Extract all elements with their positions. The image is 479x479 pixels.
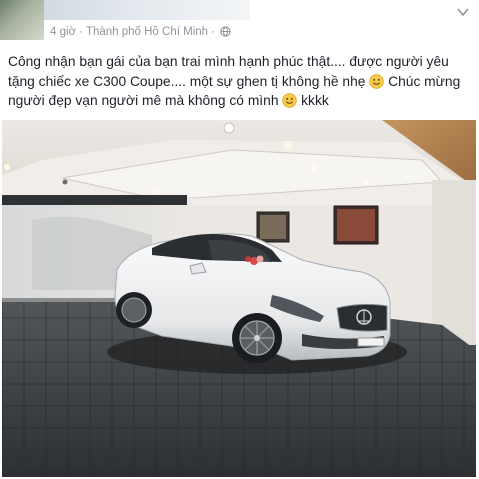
post-meta: 4 giờ · Thành phố Hồ Chí Minh · [50,24,231,40]
post-text-part3: kkkk [297,93,329,108]
meta-separator-2: · [211,26,215,38]
post-photo[interactable] [2,120,476,477]
post-header: 4 giờ · Thành phố Hồ Chí Minh · [0,0,479,42]
facebook-post: 4 giờ · Thành phố Hồ Chí Minh · Công nhận b… [0,0,479,479]
smiley-icon-2 [282,93,298,108]
post-location[interactable]: Thành phố Hồ Chí Minh [86,26,208,38]
chevron-down-icon[interactable] [457,4,469,17]
post-body: Công nhận bạn gái của bạn trai mình hạnh… [8,52,474,111]
smiley-icon [369,73,385,89]
meta-separator: · [79,26,83,38]
globe-icon[interactable] [220,26,231,42]
avatar[interactable] [0,0,44,40]
post-time[interactable]: 4 giờ [50,26,76,38]
